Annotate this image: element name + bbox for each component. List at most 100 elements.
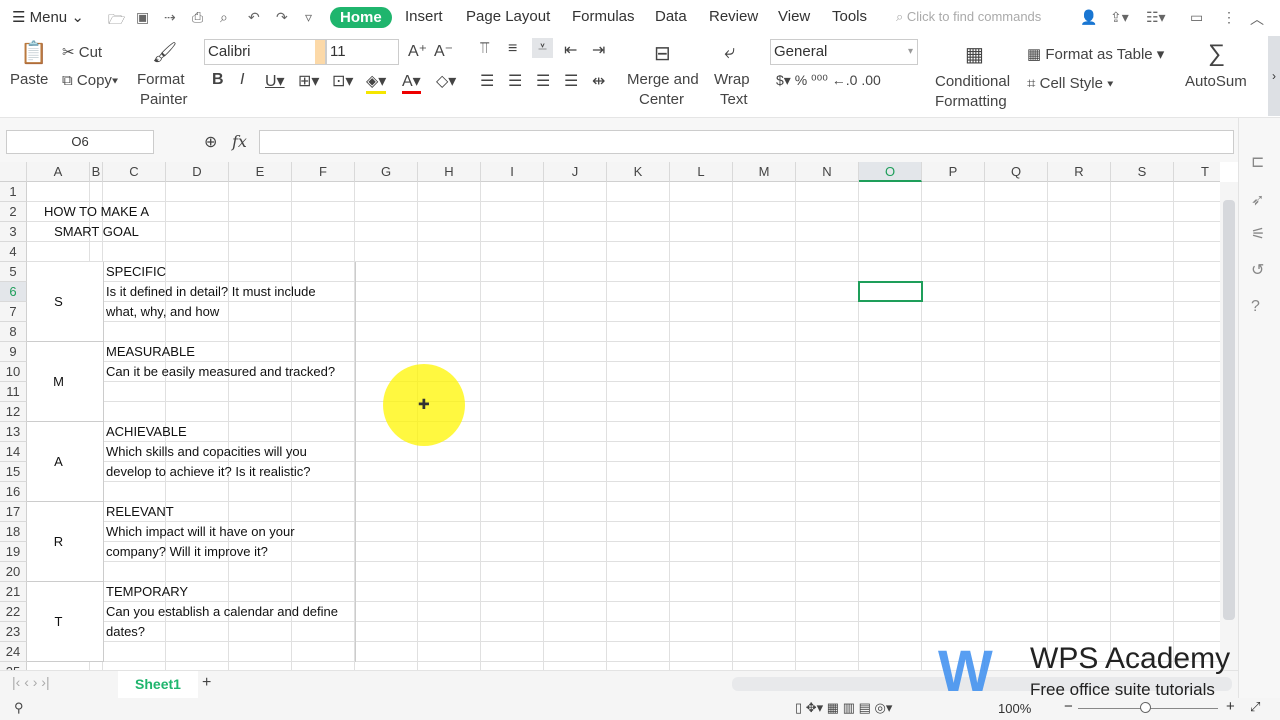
print-icon[interactable]: ⎙ [192,9,203,26]
cell-text[interactable]: Which skills and copacities will you [106,442,307,462]
pointer-icon[interactable]: ➶ [1251,190,1264,210]
row-header-9[interactable]: 9 [0,342,27,362]
column-header-D[interactable]: D [166,162,229,182]
column-header-B[interactable]: B [90,162,103,182]
column-header-E[interactable]: E [229,162,292,182]
save-icon[interactable]: ▣ [136,9,149,26]
cell-text[interactable]: MEASURABLE [106,342,195,362]
letter-s[interactable]: S [27,292,90,312]
distributed-icon[interactable]: ⇹ [592,71,605,91]
column-header-K[interactable]: K [607,162,670,182]
row-header-6[interactable]: 6 [0,282,27,302]
tab-tools[interactable]: Tools [832,8,867,25]
add-sheet-icon[interactable]: + [202,674,211,692]
number-format-select[interactable]: General ▾ [770,39,918,65]
cell-text[interactable]: dates? [106,622,145,642]
underline-icon[interactable]: U▾ [265,71,285,91]
column-header-C[interactable]: C [103,162,166,182]
selected-cell-O6[interactable] [858,281,923,302]
column-header-N[interactable]: N [796,162,859,182]
row-header-17[interactable]: 17 [0,502,27,522]
font-color-icon[interactable]: A▾ [402,71,421,94]
row-header-4[interactable]: 4 [0,242,27,262]
wrap-text-icon[interactable]: ⤶ [724,41,735,64]
vertical-scrollbar[interactable] [1220,182,1238,670]
macro-icon[interactable]: ⚲ [14,700,24,716]
row-header-19[interactable]: 19 [0,542,27,562]
italic-icon[interactable]: I [240,71,244,89]
letter-a[interactable]: A [27,452,90,472]
letter-t[interactable]: T [27,612,90,632]
increase-indent-icon[interactable]: ⇥ [592,40,605,60]
bold-icon[interactable]: B [212,71,224,89]
column-header-I[interactable]: I [481,162,544,182]
align-left-icon[interactable]: ☰ [480,71,494,91]
zoom-slider-thumb[interactable] [1140,702,1151,713]
align-right-icon[interactable]: ☰ [536,71,550,91]
share-icon[interactable]: ⇪▾ [1110,9,1129,26]
history-icon[interactable]: ↺ [1251,260,1264,280]
column-header-G[interactable]: G [355,162,418,182]
cell-text[interactable]: develop to achieve it? Is it realistic? [106,462,311,482]
align-top-icon[interactable]: ⫪ [480,40,489,58]
currency-icon[interactable]: $▾ % ⁰⁰⁰ ←.0 .00 [776,72,881,89]
export-icon[interactable]: ⇢ [164,9,176,26]
merge-center-button[interactable]: Merge and [627,71,699,88]
tab-home[interactable]: Home [330,7,392,28]
paste-icon[interactable]: 📋 [20,40,47,66]
help-icon[interactable]: ? [1251,298,1260,316]
row-header-8[interactable]: 8 [0,322,27,342]
sheet-nav-icon[interactable]: |‹ ‹ › ›| [12,674,50,690]
cell-text[interactable]: RELEVANT [106,502,174,522]
ribbon-scroll-right[interactable]: › [1268,36,1280,116]
format-painter-button[interactable]: Format [137,71,185,88]
menu-button[interactable]: ☰ Menu ⌄ [12,8,84,26]
column-header-J[interactable]: J [544,162,607,182]
cut-button[interactable]: ✂ Cut [62,43,102,61]
merge-icon[interactable]: ⊟ [654,41,671,66]
paste-button[interactable]: Paste [10,71,48,88]
format-as-table-button[interactable]: ▦ Format as Table ▾ [1027,45,1164,63]
column-header-F[interactable]: F [292,162,355,182]
row-header-11[interactable]: 11 [0,382,27,402]
zoom-level[interactable]: 100% [998,701,1031,716]
row-header-1[interactable]: 1 [0,182,27,202]
cell-text[interactable]: Can it be easily measured and tracked? [106,362,335,382]
zoom-formula-icon[interactable]: ⊕ [204,132,217,152]
tab-data[interactable]: Data [655,8,687,25]
vertical-scroll-thumb[interactable] [1223,200,1235,620]
letter-m[interactable]: M [27,372,90,392]
customize-icon[interactable]: ▿ [305,9,312,26]
share-user-icon[interactable]: 👤 [1080,9,1097,26]
row-header-12[interactable]: 12 [0,402,27,422]
column-header-T[interactable]: T [1174,162,1220,182]
column-header-R[interactable]: R [1048,162,1111,182]
settings-icon[interactable]: ⚟ [1251,224,1265,244]
borders-icon[interactable]: ⊞▾ [298,71,319,91]
name-box[interactable]: O6 [6,130,154,154]
row-header-24[interactable]: 24 [0,642,27,662]
increase-font-icon[interactable]: A⁺ [408,41,427,61]
cell-style-button[interactable]: ⌗ Cell Style ▾ [1027,75,1113,92]
row-header-13[interactable]: 13 [0,422,27,442]
cell-text[interactable]: TEMPORARY [106,582,188,602]
column-header-S[interactable]: S [1111,162,1174,182]
comment-icon[interactable]: ▭ [1190,9,1203,26]
conditional-formatting-icon[interactable]: ▦ [965,42,984,67]
row-header-16[interactable]: 16 [0,482,27,502]
undo-icon[interactable]: ↶ [248,9,260,26]
column-header-Q[interactable]: Q [985,162,1048,182]
wrap-text-button[interactable]: Wrap [714,71,750,88]
tab-page-layout[interactable]: Page Layout [466,8,550,25]
row-header-5[interactable]: 5 [0,262,27,282]
tab-formulas[interactable]: Formulas [572,8,635,25]
clear-icon[interactable]: ◇▾ [436,71,456,91]
row-header-15[interactable]: 15 [0,462,27,482]
cell-text[interactable]: ACHIEVABLE [106,422,187,442]
collapse-ribbon-icon[interactable]: ︿ [1250,9,1264,29]
row-header-3[interactable]: 3 [0,222,27,242]
cell-text[interactable]: Is it defined in detail? It must include [106,282,316,302]
collab-icon[interactable]: ☷▾ [1146,9,1166,26]
cell-text[interactable]: what, why, and how [106,302,219,322]
redo-icon[interactable]: ↷ [276,9,288,26]
